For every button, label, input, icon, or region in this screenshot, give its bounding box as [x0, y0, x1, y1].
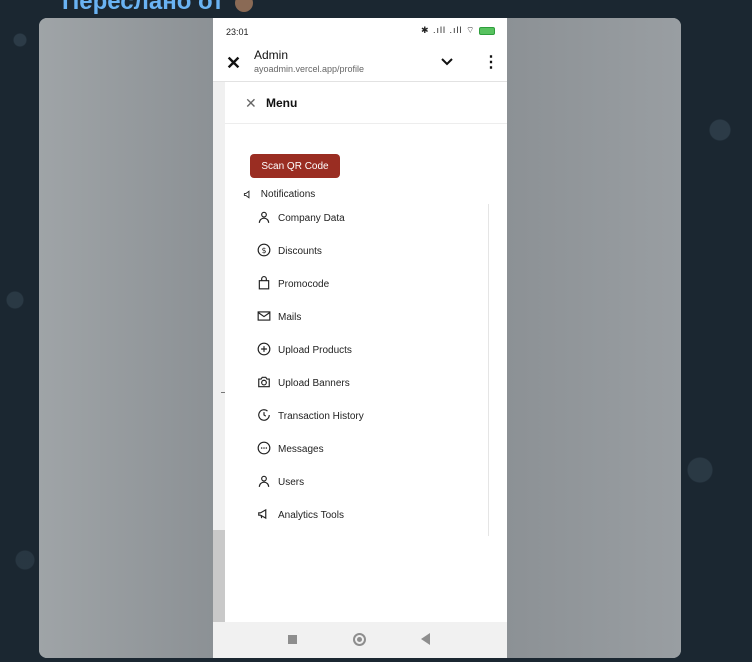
clock-icon: [258, 409, 270, 421]
page-url[interactable]: ayoadmin.vercel.app/profile: [254, 64, 364, 74]
drawer-header: ✕ Menu: [225, 82, 507, 124]
phone-screenshot: 23:01 ✱ .ıll .ıll ⌔ ✕ Admin ayoadmin.ver…: [213, 18, 507, 658]
menu-item-label: Company Data: [278, 213, 345, 224]
status-icons: ✱ .ıll .ıll ⌔: [421, 25, 495, 36]
svg-text:$: $: [262, 246, 267, 255]
menu-item-analytics-tools[interactable]: Analytics Tools: [257, 507, 487, 540]
scan-qr-button[interactable]: Scan QR Code: [250, 154, 340, 178]
forwarded-header[interactable]: Переслано от: [62, 0, 257, 16]
menu-item-label: Users: [278, 477, 305, 488]
menu-item-upload-banners[interactable]: Upload Banners: [257, 375, 487, 408]
video-letterbox-right: [507, 18, 681, 658]
status-bar: 23:01 ✱ .ıll .ıll ⌔: [213, 18, 507, 44]
browser-toolbar: ✕ Admin ayoadmin.vercel.app/profile ⋮: [213, 44, 507, 82]
close-icon[interactable]: ✕: [226, 53, 241, 74]
menu-item-label: Messages: [278, 444, 324, 455]
menu-item-discounts[interactable]: $ Discounts: [257, 243, 487, 276]
battery-icon: [479, 26, 495, 35]
back-icon[interactable]: [421, 633, 430, 645]
megaphone-icon: [243, 190, 250, 199]
menu-item-label: Notifications: [260, 189, 316, 201]
menu-item-transaction-history[interactable]: Transaction History: [257, 408, 487, 441]
menu-item-label: Upload Banners: [278, 378, 350, 389]
menu-item-mails[interactable]: Mails: [257, 309, 487, 342]
mail-icon: [257, 311, 271, 321]
side-menu-drawer: ✕ Menu Scan QR Code Notifications Compan…: [225, 82, 507, 622]
underlying-page: [213, 82, 225, 622]
notifications-submenu: Company Data $ Discounts Promocode Mails…: [257, 210, 487, 540]
menu-item-label: Upload Products: [278, 345, 352, 356]
menu-item-promocode[interactable]: Promocode: [257, 276, 487, 309]
underlying-page-shadow: [213, 530, 225, 622]
home-icon[interactable]: [353, 633, 366, 646]
more-vertical-icon[interactable]: ⋮: [483, 52, 499, 72]
dollar-circle-icon: $: [257, 243, 271, 257]
message-circle-icon: [257, 441, 271, 455]
camera-icon: [258, 376, 270, 388]
menu-item-label: Transaction History: [278, 411, 364, 422]
menu-item-label: Mails: [278, 312, 302, 323]
menu-item-users[interactable]: Users: [257, 474, 487, 507]
menu-item-label: Promocode: [278, 279, 330, 290]
plus-circle-icon: [257, 342, 271, 356]
menu-item-label: Discounts: [278, 246, 322, 257]
close-menu-icon[interactable]: ✕: [245, 95, 257, 112]
video-letterbox-left: [39, 18, 213, 658]
menu-item-company-data[interactable]: Company Data: [257, 210, 487, 243]
page-title: Admin: [254, 48, 289, 62]
chevron-down-icon[interactable]: [440, 54, 454, 72]
megaphone-icon: [258, 508, 267, 520]
menu-item-messages[interactable]: Messages: [257, 441, 487, 474]
menu-item-notifications[interactable]: Notifications: [243, 189, 315, 203]
menu-item-label: Analytics Tools: [278, 510, 344, 521]
signal-icons: ✱ .ıll .ıll ⌔: [420, 25, 476, 35]
menu-item-upload-products[interactable]: Upload Products: [257, 342, 487, 375]
status-time: 23:01: [226, 27, 249, 37]
submenu-divider: [488, 204, 489, 536]
drawer-title: Menu: [266, 96, 298, 110]
user-icon: [258, 211, 270, 223]
forwarded-label: Переслано от: [62, 0, 224, 15]
sender-avatar[interactable]: [234, 0, 253, 12]
shopping-bag-icon: [258, 276, 270, 290]
android-nav-bar: [213, 622, 507, 658]
user-icon: [258, 475, 270, 487]
recent-apps-icon[interactable]: [288, 635, 297, 644]
